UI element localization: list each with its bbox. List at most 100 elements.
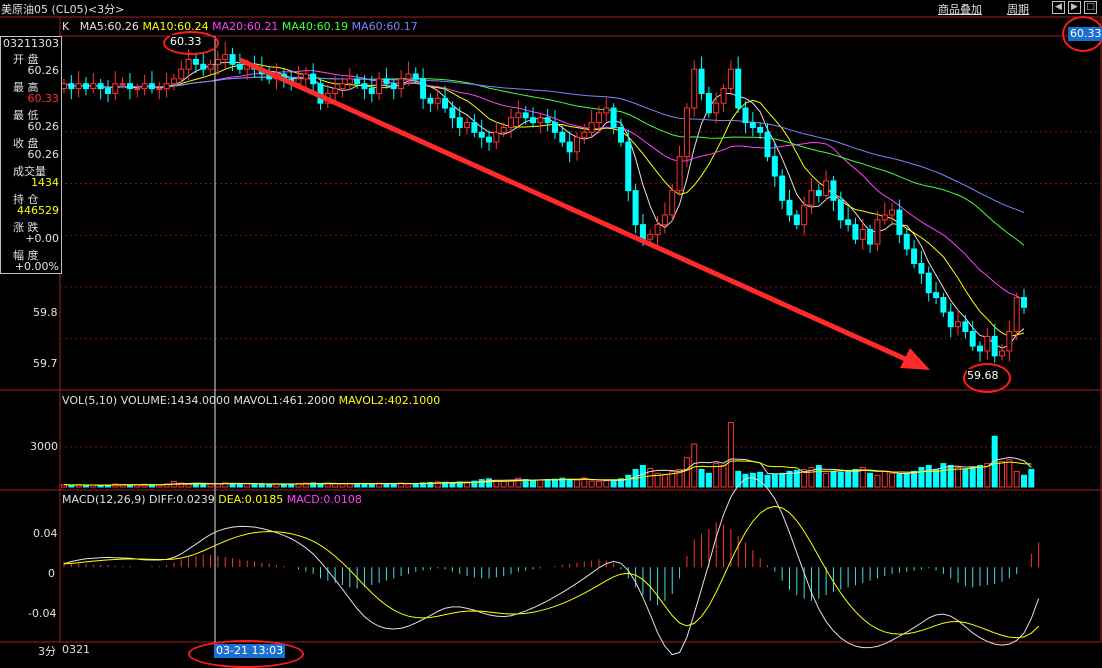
volume-panel-header: VOL(5,10) VOLUME:1434.0000 MAVOL1:461.20…: [62, 394, 440, 408]
candle-body: [75, 83, 82, 90]
candle-body: [346, 78, 353, 85]
candle-body: [911, 248, 918, 265]
candle-body: [720, 88, 727, 104]
macd-value: MACD:0.0108: [286, 493, 362, 506]
info-timestamp: 03211303: [3, 37, 59, 50]
candle-body: [713, 102, 720, 114]
volume-bar: [889, 472, 896, 488]
candle-body: [126, 83, 133, 90]
candle-body: [852, 224, 859, 240]
volume-bar: [867, 472, 874, 488]
date-start-label: 0321: [62, 643, 90, 656]
ma40-value: MA40:60.19: [281, 20, 349, 33]
candle-body: [192, 58, 199, 65]
volume-bar: [610, 479, 617, 488]
candle-body: [698, 68, 705, 94]
volume-bar: [874, 474, 881, 488]
mavol1-value: MAVOL1:461.2000: [233, 394, 336, 407]
candle-body: [625, 141, 632, 192]
candle-body: [222, 54, 229, 60]
volume-bar: [595, 481, 602, 488]
candle-body: [903, 233, 910, 250]
candle-body: [302, 73, 309, 80]
candle-body: [134, 88, 141, 91]
candle-body: [236, 63, 243, 70]
candle-body: [200, 63, 207, 70]
low-marker: 59.68: [967, 369, 999, 383]
candle-body: [661, 214, 668, 226]
volume-bar: [368, 483, 375, 488]
diff-value: DIFF:0.0239: [149, 493, 215, 506]
candle-body: [771, 156, 778, 177]
volume-bar: [779, 472, 786, 488]
candle-body: [632, 190, 639, 226]
info-value: 60.33: [27, 92, 60, 105]
candle-body: [691, 68, 698, 109]
candle-body: [823, 180, 830, 196]
volume-bar: [911, 470, 918, 488]
candle-body: [786, 199, 793, 216]
candle-body: [757, 126, 764, 133]
candle-body: [471, 122, 478, 133]
candle-body: [705, 92, 712, 114]
candle-body: [456, 117, 463, 128]
volume-bar: [588, 480, 595, 488]
volume-bar: [823, 472, 830, 488]
ma20-line: [63, 70, 1025, 301]
volume-bar: [896, 473, 903, 488]
volume-bar: [698, 468, 705, 488]
crosshair-time-readout: 03-21 13:03: [214, 644, 286, 658]
current-price-readout: 60.33: [1068, 27, 1102, 41]
candle-body: [889, 209, 896, 216]
volume-bar: [551, 478, 558, 488]
volume-bar: [918, 466, 925, 488]
candle-body: [654, 224, 661, 235]
volume-bar: [1021, 474, 1027, 488]
price-tick: 59.7: [33, 357, 58, 370]
candle-body: [969, 331, 976, 347]
candle-body: [1006, 331, 1013, 352]
candle-body: [595, 112, 602, 124]
candle-body: [493, 131, 500, 143]
volume-bar: [903, 472, 910, 488]
volume-bar: [830, 470, 837, 488]
ma60-value: MA60:60.17: [351, 20, 418, 33]
candle-body: [310, 73, 317, 85]
volume-tick: 3000: [30, 440, 58, 453]
candle-body: [881, 214, 888, 221]
candle-body: [97, 83, 104, 90]
candle-body: [830, 180, 837, 201]
volume-bar: [156, 484, 163, 488]
candle-body: [544, 117, 551, 124]
price-panel-label: K: [62, 20, 70, 33]
volume-bar: [603, 480, 610, 488]
candle-body: [449, 107, 456, 119]
volume-bar: [713, 463, 720, 488]
candle-body: [412, 73, 419, 80]
volume-bar: [955, 466, 962, 488]
candle-body: [749, 122, 756, 128]
volume-bar: [1028, 468, 1035, 488]
volume-bar: [771, 473, 778, 488]
candle-body: [442, 97, 449, 109]
macd-tick: 0.04: [33, 527, 58, 540]
candle-body: [405, 73, 412, 80]
candle-body: [214, 58, 221, 65]
info-value: 1434: [31, 176, 59, 189]
candle-body: [779, 175, 786, 201]
volume-bar: [214, 483, 221, 488]
volume-bar: [244, 483, 251, 488]
candle-body: [940, 297, 947, 313]
candle-body: [148, 83, 155, 90]
candle-body: [603, 107, 610, 114]
candle-body: [112, 83, 119, 94]
candle-body: [207, 63, 214, 70]
volume-bar: [683, 457, 690, 488]
candle-body: [896, 209, 903, 235]
candle-body: [104, 88, 111, 94]
volume-bar: [530, 480, 537, 488]
volume-bar: [412, 483, 419, 488]
chart-canvas[interactable]: [0, 0, 1102, 666]
ma20-value: MA20:60.21: [212, 20, 279, 33]
volume-bar: [258, 483, 265, 488]
